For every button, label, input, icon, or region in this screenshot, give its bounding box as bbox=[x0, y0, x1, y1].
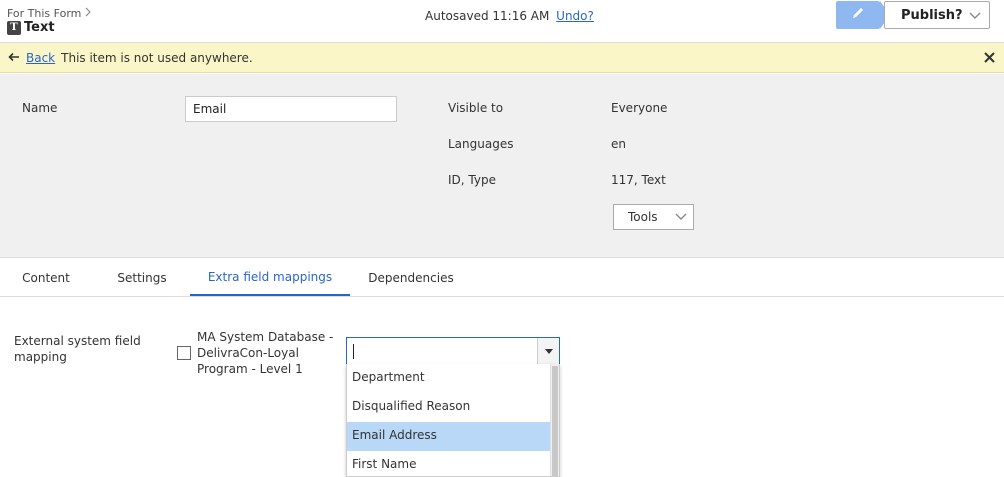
top-header: For This Form T Text Autosaved 11:16 AM … bbox=[0, 0, 1004, 43]
pencil-icon bbox=[851, 6, 865, 24]
scroll-thumb[interactable] bbox=[552, 366, 558, 476]
option-item[interactable]: Disqualified Reason bbox=[347, 393, 551, 422]
text-caret bbox=[353, 344, 354, 359]
tools-button[interactable]: Tools bbox=[613, 204, 694, 230]
combobox-dropdown-button[interactable] bbox=[537, 338, 559, 364]
publish-label: Publish? bbox=[901, 7, 963, 23]
arrow-left-icon[interactable] bbox=[8, 50, 20, 66]
options-scrollbar[interactable] bbox=[550, 364, 559, 476]
system-label: MA System Database - DelivraCon-Loyal Pr… bbox=[197, 330, 334, 376]
text-type-icon: T bbox=[7, 20, 21, 35]
id-type-value: 117, Text bbox=[611, 173, 666, 187]
tab-settings[interactable]: Settings bbox=[100, 259, 184, 296]
notice-message: This item is not used anywhere. bbox=[61, 50, 253, 65]
back-link[interactable]: Back bbox=[26, 51, 55, 65]
option-item[interactable]: First Name bbox=[347, 451, 551, 476]
page-title-text: Text bbox=[24, 20, 55, 35]
languages-label: Languages bbox=[448, 137, 514, 151]
autosave-status: Autosaved 11:16 AM Undo? bbox=[425, 9, 594, 23]
breadcrumb-label[interactable]: For This Form bbox=[7, 7, 81, 20]
name-field[interactable] bbox=[185, 96, 397, 122]
id-type-label: ID, Type bbox=[448, 173, 496, 187]
undo-link[interactable]: Undo? bbox=[556, 9, 594, 23]
tab-content[interactable]: Content bbox=[8, 259, 84, 296]
languages-value: en bbox=[611, 137, 626, 151]
publish-button[interactable]: Publish? bbox=[884, 1, 990, 29]
triangle-down-icon bbox=[544, 348, 553, 354]
visible-to-value: Everyone bbox=[611, 101, 668, 115]
option-item[interactable]: Department bbox=[347, 364, 551, 393]
breadcrumb[interactable]: For This Form bbox=[7, 6, 92, 20]
tools-label: Tools bbox=[628, 210, 658, 224]
option-item-selected[interactable]: Email Address bbox=[347, 422, 551, 451]
chevron-down-icon[interactable] bbox=[969, 10, 981, 25]
name-label: Name bbox=[22, 101, 58, 115]
field-options-list: Department Disqualified Reason Email Add… bbox=[346, 364, 560, 477]
tab-dependencies[interactable]: Dependencies bbox=[356, 259, 466, 296]
chevron-right-icon bbox=[85, 6, 92, 20]
tab-bar: Content Settings Extra field mappings De… bbox=[0, 259, 1004, 297]
field-mapping-combobox[interactable] bbox=[346, 337, 560, 365]
edit-button[interactable] bbox=[836, 1, 890, 29]
external-mapping-label: External system field mapping bbox=[14, 334, 141, 364]
close-icon[interactable] bbox=[984, 49, 995, 67]
tab-extra-field-mappings[interactable]: Extra field mappings bbox=[190, 259, 350, 296]
autosave-text: Autosaved 11:16 AM bbox=[425, 9, 550, 23]
properties-panel: Name Visible to Everyone Languages en ID… bbox=[0, 74, 1004, 258]
usage-notice: Back This item is not used anywhere. bbox=[0, 43, 1004, 73]
system-checkbox[interactable] bbox=[177, 346, 191, 360]
page-title: T Text bbox=[7, 20, 55, 35]
visible-to-label: Visible to bbox=[448, 101, 504, 115]
chevron-down-icon bbox=[675, 211, 687, 225]
